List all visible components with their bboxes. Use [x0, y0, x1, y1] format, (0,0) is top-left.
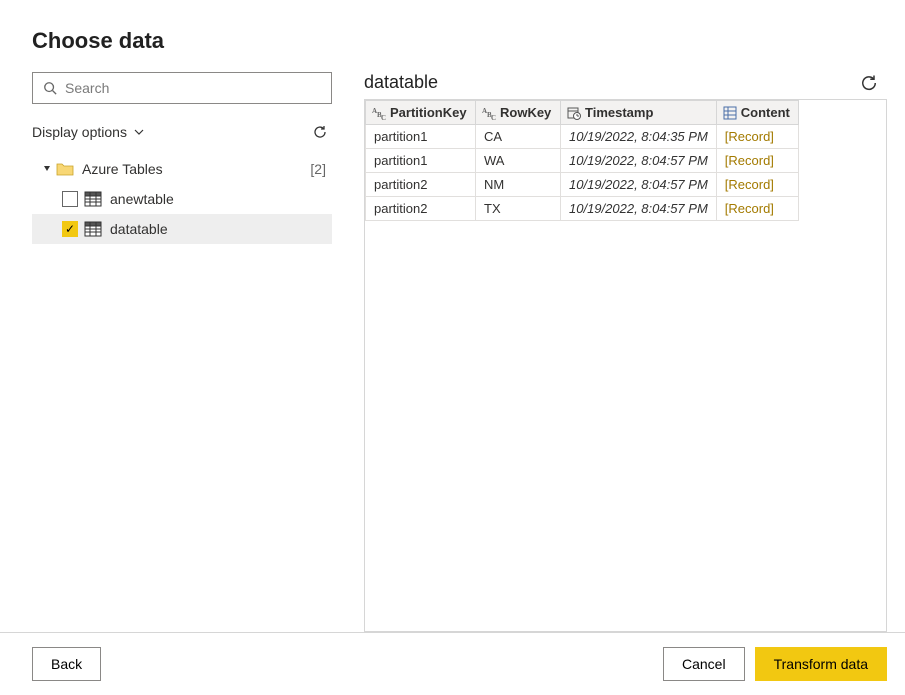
cell-timestamp: 10/19/2022, 8:04:35 PM	[561, 125, 717, 149]
column-header-rowkey[interactable]: ABC RowKey	[476, 101, 561, 125]
cell-content[interactable]: [Record]	[716, 149, 798, 173]
cell-content[interactable]: [Record]	[716, 197, 798, 221]
refresh-icon	[859, 73, 879, 93]
cell-partitionkey: partition1	[366, 125, 476, 149]
search-input-wrap[interactable]	[32, 72, 332, 104]
navigator-tree: Azure Tables [2] anewtable	[32, 154, 332, 244]
display-options-button[interactable]: Display options	[32, 124, 145, 140]
svg-text:C: C	[491, 114, 496, 120]
tree-item-anewtable[interactable]: anewtable	[32, 184, 332, 214]
column-header-partitionkey[interactable]: ABC PartitionKey	[366, 101, 476, 125]
back-button[interactable]: Back	[32, 647, 101, 681]
tree-folder-label: Azure Tables	[82, 161, 163, 177]
preview-pane: datatable ABC Parti	[364, 72, 887, 632]
refresh-preview-button[interactable]	[859, 73, 879, 93]
cell-rowkey: CA	[476, 125, 561, 149]
preview-title: datatable	[364, 72, 438, 93]
column-header-content[interactable]: Content	[716, 101, 798, 125]
tree-folder-azure-tables[interactable]: Azure Tables [2]	[32, 154, 332, 184]
svg-text:C: C	[381, 114, 386, 120]
cell-timestamp: 10/19/2022, 8:04:57 PM	[561, 173, 717, 197]
tree-item-label: datatable	[110, 221, 168, 237]
text-type-icon: ABC	[372, 106, 386, 120]
cell-partitionkey: partition2	[366, 197, 476, 221]
footer: Back Cancel Transform data	[0, 632, 905, 695]
table-icon	[84, 221, 102, 237]
text-type-icon: ABC	[482, 106, 496, 120]
tree-item-label: anewtable	[110, 191, 174, 207]
checkbox-anewtable[interactable]	[62, 191, 78, 207]
checkbox-datatable[interactable]	[62, 221, 78, 237]
display-options-label: Display options	[32, 124, 127, 140]
cell-rowkey: WA	[476, 149, 561, 173]
page-title: Choose data	[32, 28, 873, 54]
cell-rowkey: TX	[476, 197, 561, 221]
cell-timestamp: 10/19/2022, 8:04:57 PM	[561, 197, 717, 221]
search-input[interactable]	[65, 80, 321, 96]
cell-timestamp: 10/19/2022, 8:04:57 PM	[561, 149, 717, 173]
column-header-timestamp[interactable]: Timestamp	[561, 101, 717, 125]
preview-grid: ABC PartitionKey ABC RowKey	[365, 100, 799, 221]
tree-item-datatable[interactable]: datatable	[32, 214, 332, 244]
sidebar: Display options	[32, 72, 332, 632]
table-row[interactable]: partition1CA10/19/2022, 8:04:35 PM[Recor…	[366, 125, 799, 149]
table-row[interactable]: partition2NM10/19/2022, 8:04:57 PM[Recor…	[366, 173, 799, 197]
refresh-icon	[312, 124, 328, 140]
table-icon	[84, 191, 102, 207]
record-type-icon	[723, 106, 737, 120]
cancel-button[interactable]: Cancel	[663, 647, 745, 681]
table-row[interactable]: partition1WA10/19/2022, 8:04:57 PM[Recor…	[366, 149, 799, 173]
folder-icon	[56, 161, 74, 177]
cell-content[interactable]: [Record]	[716, 125, 798, 149]
tree-folder-count: [2]	[310, 161, 326, 177]
cell-partitionkey: partition1	[366, 149, 476, 173]
chevron-down-icon	[133, 126, 145, 138]
caret-down-icon	[42, 164, 52, 174]
cell-content[interactable]: [Record]	[716, 173, 798, 197]
preview-grid-container[interactable]: ABC PartitionKey ABC RowKey	[364, 99, 887, 632]
refresh-tree-button[interactable]	[312, 124, 328, 140]
cell-partitionkey: partition2	[366, 173, 476, 197]
cell-rowkey: NM	[476, 173, 561, 197]
table-row[interactable]: partition2TX10/19/2022, 8:04:57 PM[Recor…	[366, 197, 799, 221]
datetime-type-icon	[567, 106, 581, 120]
transform-data-button[interactable]: Transform data	[755, 647, 887, 681]
search-icon	[43, 81, 57, 95]
